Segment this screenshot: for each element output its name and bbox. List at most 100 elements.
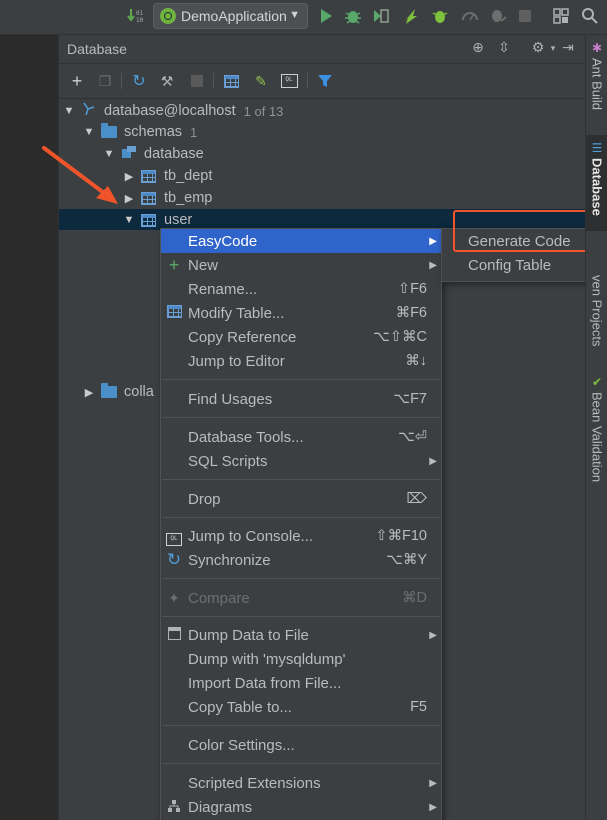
menu-item-new[interactable]: + New ▶: [161, 253, 441, 277]
tool-tab-database[interactable]: ☰ Database: [586, 135, 607, 231]
run-icon[interactable]: [316, 6, 336, 26]
tool-tab-bean-validation[interactable]: ✔ Bean Validation: [586, 375, 607, 505]
menu-item-color-settings[interactable]: Color Settings...: [161, 733, 441, 757]
database-panel-header: Database ⊕ ⇳ ⚙ ▾ ⇥: [59, 35, 585, 64]
submenu-arrow-icon: ▶: [429, 629, 437, 641]
submenu-item-label: Config Table: [468, 256, 552, 274]
menu-item-label: Dump with 'mysqldump': [188, 650, 346, 668]
refresh-icon[interactable]: ↻: [129, 71, 149, 91]
menu-item-shortcut: ⌘F6: [395, 305, 427, 321]
chevron-down-icon[interactable]: ▼: [123, 214, 135, 226]
schemas-count: 1: [190, 124, 198, 140]
table-editor-icon[interactable]: [221, 71, 241, 91]
tree-node-table[interactable]: ▶ tb_dept: [123, 165, 213, 187]
menu-item-copy-table[interactable]: Copy Table to... F5: [161, 695, 441, 719]
tool-tab-label: Ant Build: [589, 58, 605, 111]
table-label: tb_emp: [164, 190, 213, 206]
add-icon[interactable]: +: [67, 71, 87, 91]
menu-item-scripted-extensions[interactable]: Scripted Extensions ▶: [161, 771, 441, 795]
sync-icon: ↻: [166, 550, 182, 569]
menu-item-label: Find Usages: [188, 390, 273, 408]
menu-item-label: Dump Data to File: [188, 626, 309, 644]
globe-icon[interactable]: ⊕: [469, 39, 487, 56]
menu-item-sql-scripts[interactable]: SQL Scripts ▶: [161, 449, 441, 473]
collapse-icon[interactable]: ⇳: [495, 39, 513, 56]
database-icon: ☰: [591, 141, 603, 155]
menu-item-shortcut: ⌥F7: [393, 391, 427, 407]
menu-item-jump-to-console[interactable]: QL Jump to Console... ⇧⌘F10: [161, 524, 441, 548]
stop-icon[interactable]: [187, 71, 207, 91]
dump-icon: [164, 627, 184, 643]
table-label: tb_dept: [164, 168, 213, 184]
tree-node-collations[interactable]: ▶ colla: [83, 381, 154, 403]
menu-item-dump-mysqldump[interactable]: Dump with 'mysqldump': [161, 647, 441, 671]
main-toolbar: 01 10 DemoApplication ▼: [0, 0, 607, 35]
profile-icon[interactable]: [460, 6, 480, 26]
console-icon: QL: [164, 527, 184, 546]
menu-item-import-data[interactable]: Import Data from File...: [161, 671, 441, 695]
submenu-item-config-table[interactable]: Config Table: [442, 253, 600, 277]
menu-item-easycode[interactable]: EasyCode ▶: [161, 229, 441, 253]
chevron-down-icon[interactable]: ▼: [63, 105, 75, 117]
diagram-icon: [164, 799, 184, 816]
menu-separator: [162, 578, 440, 579]
menu-item-jump-to-editor[interactable]: Jump to Editor ⌘↓: [161, 349, 441, 373]
menu-item-label: Diagrams: [188, 798, 253, 816]
tree-node-datasource[interactable]: ▼ database@localhost 1 of 13: [63, 100, 283, 122]
menu-item-label: Copy Reference: [188, 328, 297, 346]
tool-tab-ant-build[interactable]: ✱ Ant Build: [586, 41, 607, 131]
menu-item-modify-table[interactable]: Modify Table... ⌘F6: [161, 301, 441, 325]
menu-separator: [162, 725, 440, 726]
search-icon[interactable]: [580, 6, 600, 26]
ide-window: 01 10 DemoApplication ▼ Database ⊕ ⇳ ⚙ ▾…: [0, 0, 607, 820]
menu-separator: [162, 517, 440, 518]
schema-label: database: [144, 146, 204, 162]
folder-icon: [101, 383, 117, 398]
menu-item-copy-reference[interactable]: Copy Reference ⌥⇧⌘C: [161, 325, 441, 349]
menu-item-label: Rename...: [188, 280, 258, 298]
menu-item-compare[interactable]: ✦ Compare ⌘D: [161, 586, 441, 610]
edit-source-icon[interactable]: ✎: [251, 71, 271, 91]
menu-item-dump-data[interactable]: Dump Data to File ▶: [161, 623, 441, 647]
attach-icon[interactable]: [488, 6, 508, 26]
menu-item-shortcut: ⌘↓: [405, 353, 427, 369]
menu-item-find-usages[interactable]: Find Usages ⌥F7: [161, 387, 441, 411]
tool-tab-label: Bean Validation: [589, 392, 605, 483]
annotation-highlight-box: [453, 210, 591, 252]
menu-item-label: EasyCode: [188, 232, 258, 250]
submenu-arrow-icon: ▶: [429, 259, 437, 271]
table-icon: [164, 305, 184, 321]
jrebel-run-icon[interactable]: [400, 6, 420, 26]
menu-item-shortcut: ⇧⌘F10: [375, 528, 427, 544]
svg-text:10: 10: [136, 17, 144, 24]
hide-icon[interactable]: ⇥: [559, 39, 577, 56]
filter-icon[interactable]: [315, 71, 335, 91]
chevron-right-icon[interactable]: ▶: [83, 386, 95, 399]
console-icon[interactable]: QL: [279, 71, 299, 91]
menu-item-diagrams[interactable]: Diagrams ▶: [161, 795, 441, 819]
tool-tab-maven-projects[interactable]: ven Projects: [586, 275, 607, 355]
annotation-arrow: [42, 146, 118, 204]
tree-node-table[interactable]: ▶ tb_emp: [123, 187, 213, 209]
coverage-icon[interactable]: [371, 6, 391, 26]
debug-icon[interactable]: [343, 6, 363, 26]
vcs-update-icon[interactable]: 01 10: [126, 6, 146, 26]
menu-item-database-tools[interactable]: Database Tools... ⌥⏎: [161, 425, 441, 449]
spring-boot-icon: [160, 8, 176, 24]
context-menu: EasyCode ▶ + New ▶ Rename... ⇧F6 Modify …: [160, 228, 442, 820]
menu-item-rename[interactable]: Rename... ⇧F6: [161, 277, 441, 301]
menu-item-drop[interactable]: Drop ⌦: [161, 487, 441, 511]
stop-icon[interactable]: [515, 6, 535, 26]
jrebel-debug-icon[interactable]: [430, 6, 450, 26]
run-configuration-dropdown[interactable]: DemoApplication ▼: [153, 3, 308, 29]
properties-icon[interactable]: ⚒: [157, 71, 177, 91]
duplicate-icon[interactable]: ❐: [95, 71, 115, 91]
project-structure-icon[interactable]: [551, 6, 571, 26]
menu-item-shortcut: ⌥⏎: [398, 429, 427, 445]
tool-tab-label: Database: [589, 158, 605, 216]
menu-item-shortcut: ⌘D: [402, 590, 427, 606]
menu-item-synchronize[interactable]: ↻ Synchronize ⌥⌘Y: [161, 548, 441, 572]
tool-tab-label: ven Projects: [589, 275, 605, 347]
toolbar-separator: [307, 73, 308, 89]
chevron-down-icon[interactable]: ▼: [83, 126, 95, 138]
